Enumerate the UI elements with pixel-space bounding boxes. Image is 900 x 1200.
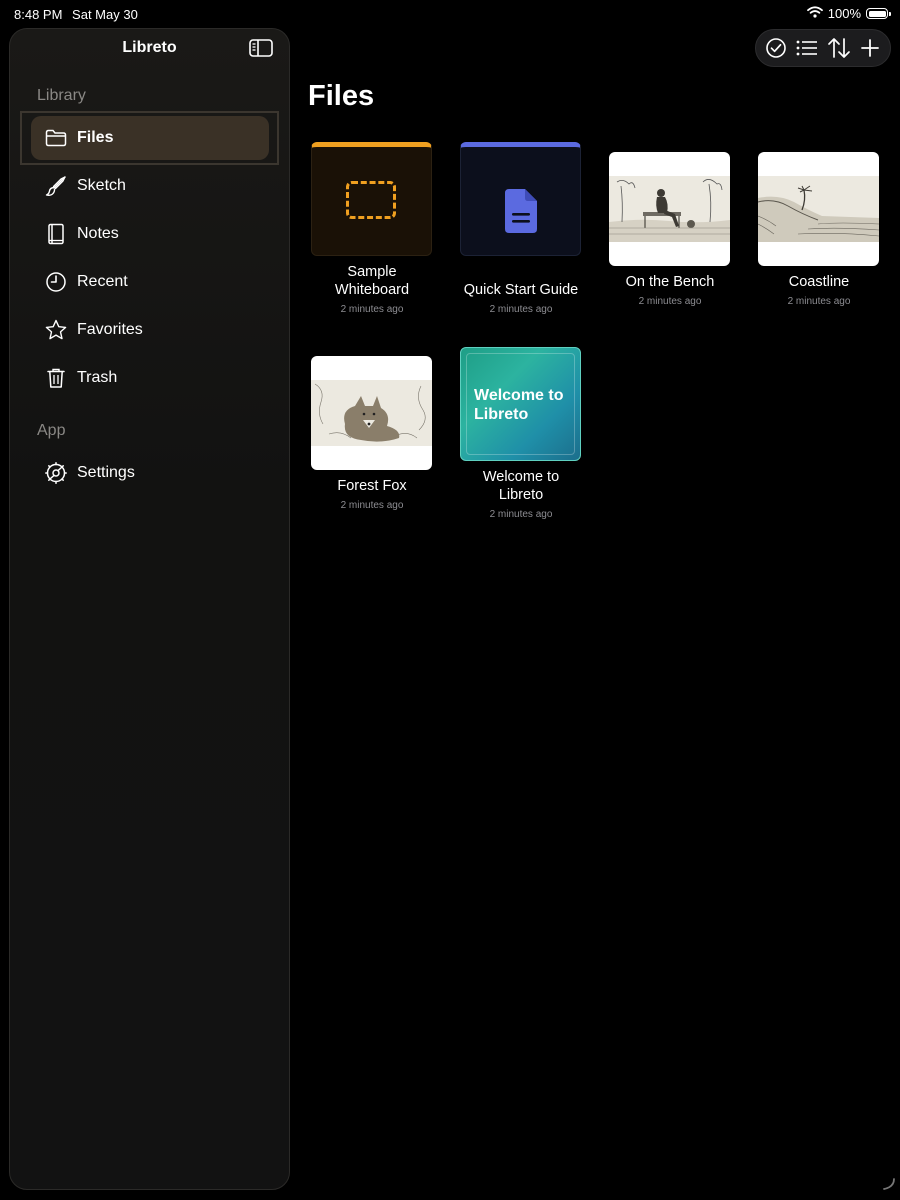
coastline-sketch-image (758, 176, 879, 242)
wifi-icon (806, 6, 823, 21)
file-name: Forest Fox (337, 478, 407, 494)
sort-button[interactable] (826, 35, 852, 61)
cover-title: Welcome to Libreto (474, 387, 564, 423)
sidebar-item-label: Trash (77, 369, 118, 386)
book-icon (45, 223, 67, 245)
sidebar-item-label: Files (77, 129, 114, 146)
file-tile-on-the-bench[interactable]: On the Bench 2 minutes ago (609, 152, 731, 307)
status-bar: 8:48 PM Sat May 30 100% (0, 0, 900, 28)
file-name: Welcome to Libreto (482, 469, 560, 503)
sidebar-item-label: Favorites (77, 321, 143, 338)
sidebar-item-label: Notes (77, 225, 119, 242)
file-name: Quick Start Guide (463, 282, 579, 298)
sidebar-item-favorites[interactable]: Favorites (31, 308, 269, 352)
list-icon (796, 40, 818, 56)
gear-icon (45, 462, 67, 484)
document-thumbnail (460, 142, 581, 256)
status-time: 8:48 PM (14, 7, 63, 22)
clock-icon (45, 271, 67, 293)
file-name: Coastline (788, 274, 850, 290)
sidebar-item-sketch[interactable]: Sketch (31, 164, 269, 208)
battery-percent: 100% (827, 6, 861, 21)
section-header-library: Library (37, 87, 86, 104)
file-modified-time: 2 minutes ago (340, 304, 404, 315)
file-modified-time: 2 minutes ago (489, 509, 553, 520)
whiteboard-icon (346, 181, 396, 219)
trash-icon (45, 367, 67, 389)
file-name: Sample Whiteboard (334, 264, 410, 298)
sidebar-item-label: Recent (77, 273, 128, 290)
plus-icon (861, 39, 880, 57)
sidebar-item-recent[interactable]: Recent (31, 260, 269, 304)
sort-arrows-icon (827, 38, 850, 58)
document-icon (505, 189, 537, 233)
sidebar-toggle-button[interactable] (249, 39, 273, 62)
file-modified-time: 2 minutes ago (340, 500, 404, 511)
sidebar-item-settings[interactable]: Settings (31, 451, 269, 495)
fox-sketch-image (311, 380, 432, 446)
whiteboard-thumbnail (311, 142, 432, 256)
file-tile-coastline[interactable]: Coastline 2 minutes ago (758, 152, 880, 307)
sidebar: Libreto Library Files Sketch Notes Recen… (9, 28, 290, 1190)
toolbar (755, 29, 891, 67)
file-tile-forest-fox[interactable]: Forest Fox 2 minutes ago (311, 356, 433, 511)
app-title: Libreto (122, 39, 177, 56)
sketch-thumbnail (311, 356, 432, 470)
bench-sketch-image (609, 176, 730, 242)
page-title: Files (308, 80, 375, 112)
status-date: Sat May 30 (72, 7, 138, 22)
file-modified-time: 2 minutes ago (638, 296, 702, 307)
resize-grip-icon[interactable] (882, 1177, 896, 1196)
sidebar-item-files[interactable]: Files (31, 116, 269, 160)
file-tile-welcome-to-libreto[interactable]: Welcome to Libreto Welcome to Libreto 2 … (460, 347, 582, 520)
folder-icon (45, 127, 67, 149)
file-modified-time: 2 minutes ago (489, 304, 553, 315)
select-button[interactable] (763, 35, 789, 61)
sidebar-item-label: Settings (77, 464, 135, 481)
list-view-button[interactable] (794, 35, 820, 61)
sketch-thumbnail (609, 152, 730, 266)
section-header-app: App (37, 422, 66, 439)
file-modified-time: 2 minutes ago (787, 296, 851, 307)
file-tile-sample-whiteboard[interactable]: Sample Whiteboard 2 minutes ago (311, 142, 433, 315)
sidebar-toggle-icon (249, 39, 273, 57)
notebook-cover-thumbnail: Welcome to Libreto (460, 347, 581, 461)
brush-icon (45, 175, 67, 197)
star-icon (45, 319, 67, 341)
sidebar-item-label: Sketch (77, 177, 126, 194)
checkmark-circle-icon (765, 38, 786, 58)
file-tile-quick-start-guide[interactable]: Quick Start Guide 2 minutes ago (460, 142, 582, 315)
file-name: On the Bench (625, 274, 715, 290)
sidebar-item-trash[interactable]: Trash (31, 356, 269, 400)
add-button[interactable] (857, 35, 883, 61)
sidebar-item-notes[interactable]: Notes (31, 212, 269, 256)
battery-icon (866, 8, 891, 19)
sketch-thumbnail (758, 152, 879, 266)
